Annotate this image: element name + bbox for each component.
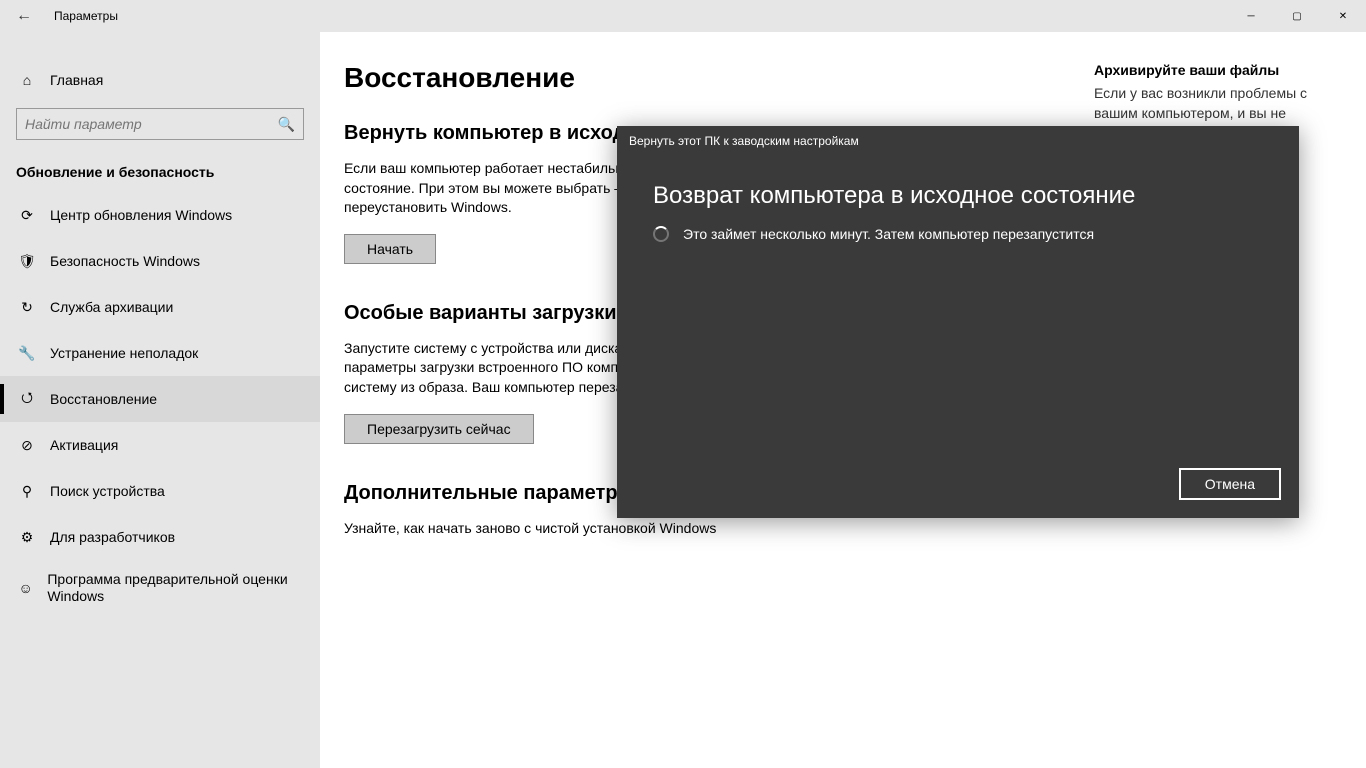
nav-label: Восстановление: [50, 391, 165, 408]
insider-icon: ☺: [16, 580, 35, 596]
dialog-title: Вернуть этот ПК к заводским настройкам: [617, 126, 1299, 152]
nav-label: Безопасность Windows: [50, 253, 208, 270]
home-icon: ⌂: [16, 72, 38, 88]
dev-icon: ⚙: [16, 529, 38, 546]
nav-developers[interactable]: ⚙ Для разработчиков: [0, 514, 320, 560]
page-title: Восстановление: [344, 62, 1074, 94]
nav-activation[interactable]: ⊘ Активация: [0, 422, 320, 468]
sidebar: ⌂ Главная 🔍 Обновление и безопасность ⟳ …: [0, 32, 320, 768]
check-icon: ⊘: [16, 437, 38, 454]
recovery-icon: ⭯: [16, 387, 38, 411]
restart-now-button[interactable]: Перезагрузить сейчас: [344, 414, 534, 444]
backup-icon: ↻: [16, 299, 38, 316]
nav-label: Устранение неполадок: [50, 345, 206, 362]
nav-backup[interactable]: ↻ Служба архивации: [0, 284, 320, 330]
nav-label: Служба архивации: [50, 299, 181, 316]
reset-start-button[interactable]: Начать: [344, 234, 436, 264]
search-input[interactable]: [25, 116, 278, 132]
dialog-message: Это займет несколько минут. Затем компью…: [683, 226, 1094, 242]
nav-label: Для разработчиков: [50, 529, 183, 546]
location-icon: ⚲: [16, 483, 38, 500]
close-button[interactable]: ✕: [1320, 0, 1366, 32]
home-label: Главная: [50, 72, 103, 88]
window-title: Параметры: [54, 9, 118, 23]
nav-windows-security[interactable]: 🛡 Безопасность Windows: [0, 238, 320, 284]
dialog-heading: Возврат компьютера в исходное состояние: [617, 152, 1299, 226]
wrench-icon: 🔧: [16, 345, 38, 362]
shield-icon: 🛡: [16, 253, 38, 270]
nav-label: Поиск устройства: [50, 483, 173, 500]
more-description: Узнайте, как начать заново с чистой уста…: [344, 519, 1004, 539]
reset-dialog: Вернуть этот ПК к заводским настройкам В…: [617, 126, 1299, 518]
sync-icon: ⟳: [16, 207, 38, 224]
category-heading: Обновление и безопасность: [0, 140, 320, 192]
minimize-button[interactable]: ─: [1228, 0, 1274, 32]
nav-troubleshoot[interactable]: 🔧 Устранение неполадок: [0, 330, 320, 376]
nav-label: Программа предварительной оценки Windows: [47, 571, 320, 605]
nav-label: Активация: [50, 437, 126, 454]
cancel-button[interactable]: Отмена: [1179, 468, 1281, 500]
nav-recovery[interactable]: ⭯ Восстановление: [0, 376, 320, 422]
backup-heading: Архивируйте ваши файлы: [1094, 62, 1326, 78]
maximize-button[interactable]: ▢: [1274, 0, 1320, 32]
nav-windows-update[interactable]: ⟳ Центр обновления Windows: [0, 192, 320, 238]
titlebar: ← Параметры ─ ▢ ✕: [0, 0, 1366, 32]
search-icon: 🔍: [278, 116, 295, 133]
spinner-icon: [653, 226, 669, 242]
nav-find-device[interactable]: ⚲ Поиск устройства: [0, 468, 320, 514]
nav-label: Центр обновления Windows: [50, 207, 240, 224]
search-box[interactable]: 🔍: [16, 108, 304, 140]
nav-insider[interactable]: ☺ Программа предварительной оценки Windo…: [0, 560, 320, 616]
home-nav[interactable]: ⌂ Главная: [0, 60, 320, 100]
back-button[interactable]: ←: [0, 7, 48, 25]
